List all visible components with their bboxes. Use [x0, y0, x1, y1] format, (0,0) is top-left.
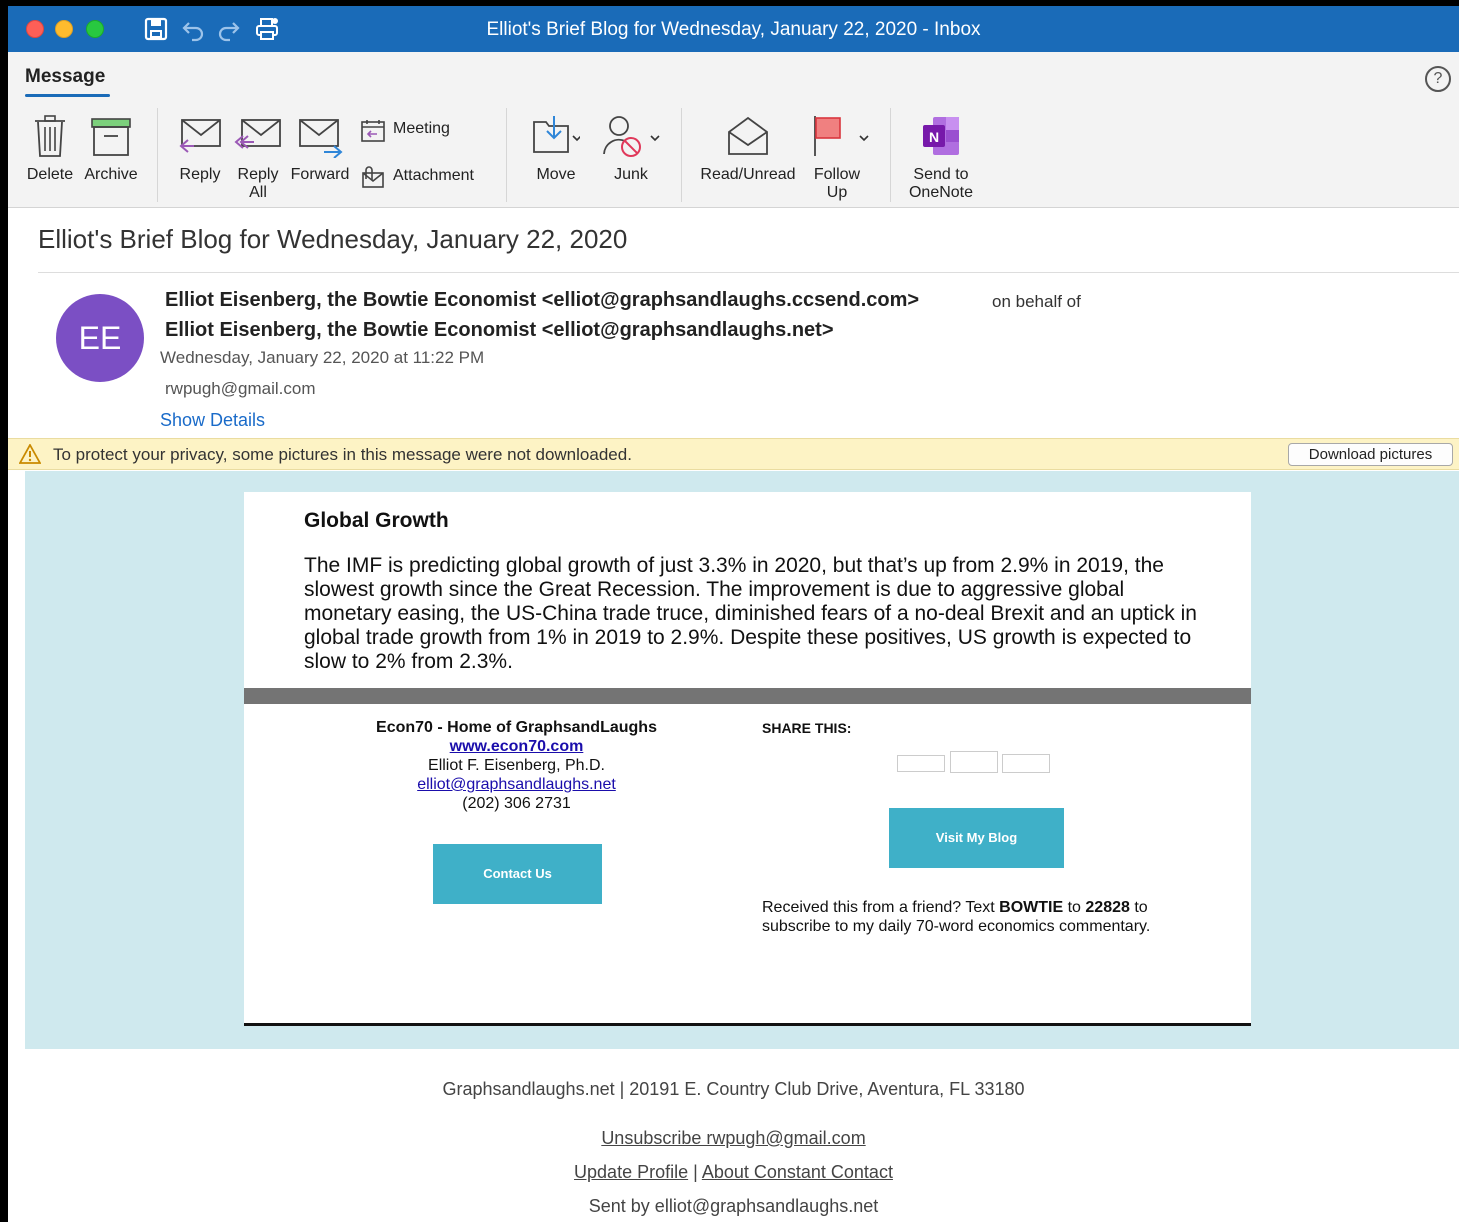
- calendar-reply-icon: [361, 120, 385, 142]
- forward-button[interactable]: Forward: [288, 114, 352, 184]
- subscribe-keyword: BOWTIE: [999, 899, 1064, 916]
- archive-label: Archive: [84, 166, 138, 183]
- contact-us-button[interactable]: Contact Us: [433, 844, 602, 904]
- privacy-warning-bar: To protect your privacy, some pictures i…: [8, 438, 1459, 470]
- warning-icon: [19, 444, 41, 464]
- title-bar: Elliot's Brief Blog for Wednesday, Janua…: [8, 6, 1459, 52]
- ribbon-separator: [157, 108, 158, 202]
- avatar: EE: [56, 294, 144, 382]
- junk-label: Junk: [614, 166, 648, 183]
- move-label: Move: [536, 166, 576, 183]
- privacy-warning-text: To protect your privacy, some pictures i…: [53, 445, 632, 464]
- forward-label: Forward: [290, 166, 350, 183]
- delete-button[interactable]: Delete: [22, 114, 78, 184]
- show-details-link[interactable]: Show Details: [160, 410, 265, 431]
- meeting-label: Meeting: [393, 120, 450, 137]
- section-title: Global Growth: [304, 509, 449, 532]
- author-name: Elliot F. Eisenberg, Ph.D.: [428, 757, 605, 774]
- read-unread-label: Read/Unread: [700, 166, 796, 183]
- ribbon-separator: [890, 108, 891, 202]
- share-image-placeholder[interactable]: [897, 755, 945, 772]
- ribbon-separator: [506, 108, 507, 202]
- move-button[interactable]: Move: [518, 114, 594, 184]
- reply-all-label-1: Reply: [237, 166, 279, 183]
- reply-icon: [179, 119, 221, 153]
- unsubscribe-row: Unsubscribe rwpugh@gmail.com: [8, 1128, 1459, 1149]
- content-divider: [244, 688, 1251, 704]
- phone-number: (202) 306 2731: [462, 795, 571, 812]
- tab-message[interactable]: Message: [25, 66, 105, 88]
- subscribe-text-1: Received this from a friend? Text: [762, 899, 1000, 916]
- email-content-card: Global Growth The IMF is predicting glob…: [244, 492, 1251, 1026]
- follow-up-label-2: Up: [826, 184, 848, 201]
- window-title: Elliot's Brief Blog for Wednesday, Janua…: [486, 19, 981, 40]
- org-name: Econ70 - Home of GraphsandLaughs: [376, 719, 657, 736]
- share-title: SHARE THIS:: [762, 720, 852, 736]
- trash-icon: [35, 115, 65, 157]
- website-link[interactable]: www.econ70.com: [294, 737, 739, 756]
- attachment-label: Attachment: [393, 167, 474, 184]
- from-address[interactable]: Elliot Eisenberg, the Bowtie Economist <…: [165, 319, 834, 342]
- mail-window: Elliot's Brief Blog for Wednesday, Janua…: [8, 6, 1459, 1222]
- message-subject: Elliot's Brief Blog for Wednesday, Janua…: [38, 224, 628, 254]
- onenote-label-2: OneNote: [908, 184, 974, 201]
- reply-all-button[interactable]: Reply All: [230, 114, 286, 202]
- junk-icon: [603, 116, 660, 157]
- send-to-onenote-button[interactable]: N Send to OneNote: [902, 114, 980, 202]
- header-divider: [38, 272, 1459, 273]
- sender-address[interactable]: Elliot Eisenberg, the Bowtie Economist <…: [165, 289, 919, 312]
- download-pictures-button[interactable]: Download pictures: [1288, 443, 1453, 466]
- reply-label: Reply: [179, 166, 221, 183]
- footer-separator: |: [693, 1162, 698, 1182]
- open-envelope-icon: [728, 116, 768, 155]
- ribbon: Message ? Delete Archive Reply Reply All…: [8, 52, 1459, 208]
- reply-all-icon: [234, 119, 281, 149]
- follow-up-button[interactable]: Follow Up: [806, 114, 869, 202]
- email-link[interactable]: elliot@graphsandlaughs.net: [294, 775, 739, 794]
- flag-icon: [814, 116, 869, 156]
- delete-label: Delete: [26, 166, 74, 183]
- forward-icon: [299, 119, 343, 158]
- move-folder-icon: [533, 116, 580, 153]
- active-tab-indicator: [25, 94, 110, 97]
- subscribe-text-2: to: [1063, 899, 1086, 916]
- attachment-icon: [362, 166, 384, 188]
- reply-button[interactable]: Reply: [172, 114, 228, 184]
- read-unread-button[interactable]: Read/Unread: [696, 114, 800, 184]
- share-image-placeholder[interactable]: [950, 751, 998, 773]
- meeting-button[interactable]: Meeting: [360, 118, 490, 144]
- profile-links-row: Update Profile | About Constant Contact: [8, 1162, 1459, 1183]
- onenote-icon: N: [923, 117, 959, 155]
- visit-my-blog-button[interactable]: Visit My Blog: [889, 808, 1064, 868]
- subscribe-note: Received this from a friend? Text BOWTIE…: [762, 898, 1202, 936]
- recipient[interactable]: rwpugh@gmail.com: [165, 379, 315, 399]
- on-behalf-of-label: on behalf of: [992, 292, 1081, 311]
- about-constant-contact-link[interactable]: About Constant Contact: [702, 1162, 893, 1182]
- follow-up-label-1: Follow: [813, 166, 861, 183]
- svg-text:N: N: [929, 129, 939, 145]
- attachment-button[interactable]: Attachment: [360, 165, 490, 191]
- onenote-label-1: Send to: [913, 166, 969, 183]
- footer-address: Graphsandlaughs.net | 20191 E. Country C…: [442, 1079, 1025, 1099]
- update-profile-link[interactable]: Update Profile: [574, 1162, 688, 1182]
- subscribe-shortcode: 22828: [1085, 899, 1130, 916]
- unsubscribe-link[interactable]: Unsubscribe rwpugh@gmail.com: [601, 1128, 865, 1148]
- contact-block: Econ70 - Home of GraphsandLaughs www.eco…: [294, 718, 739, 813]
- section-paragraph: The IMF is predicting global growth of j…: [304, 554, 1197, 673]
- help-icon[interactable]: ?: [1425, 66, 1451, 92]
- archive-box-icon: [91, 118, 131, 156]
- message-date: Wednesday, January 22, 2020 at 11:22 PM: [160, 348, 485, 367]
- ribbon-separator: [681, 108, 682, 202]
- archive-button[interactable]: Archive: [80, 114, 142, 184]
- share-image-placeholder[interactable]: [1002, 754, 1050, 773]
- reply-all-label-2: All: [249, 184, 267, 201]
- junk-button[interactable]: Junk: [600, 114, 662, 184]
- sent-by: Sent by elliot@graphsandlaughs.net: [588, 1196, 879, 1216]
